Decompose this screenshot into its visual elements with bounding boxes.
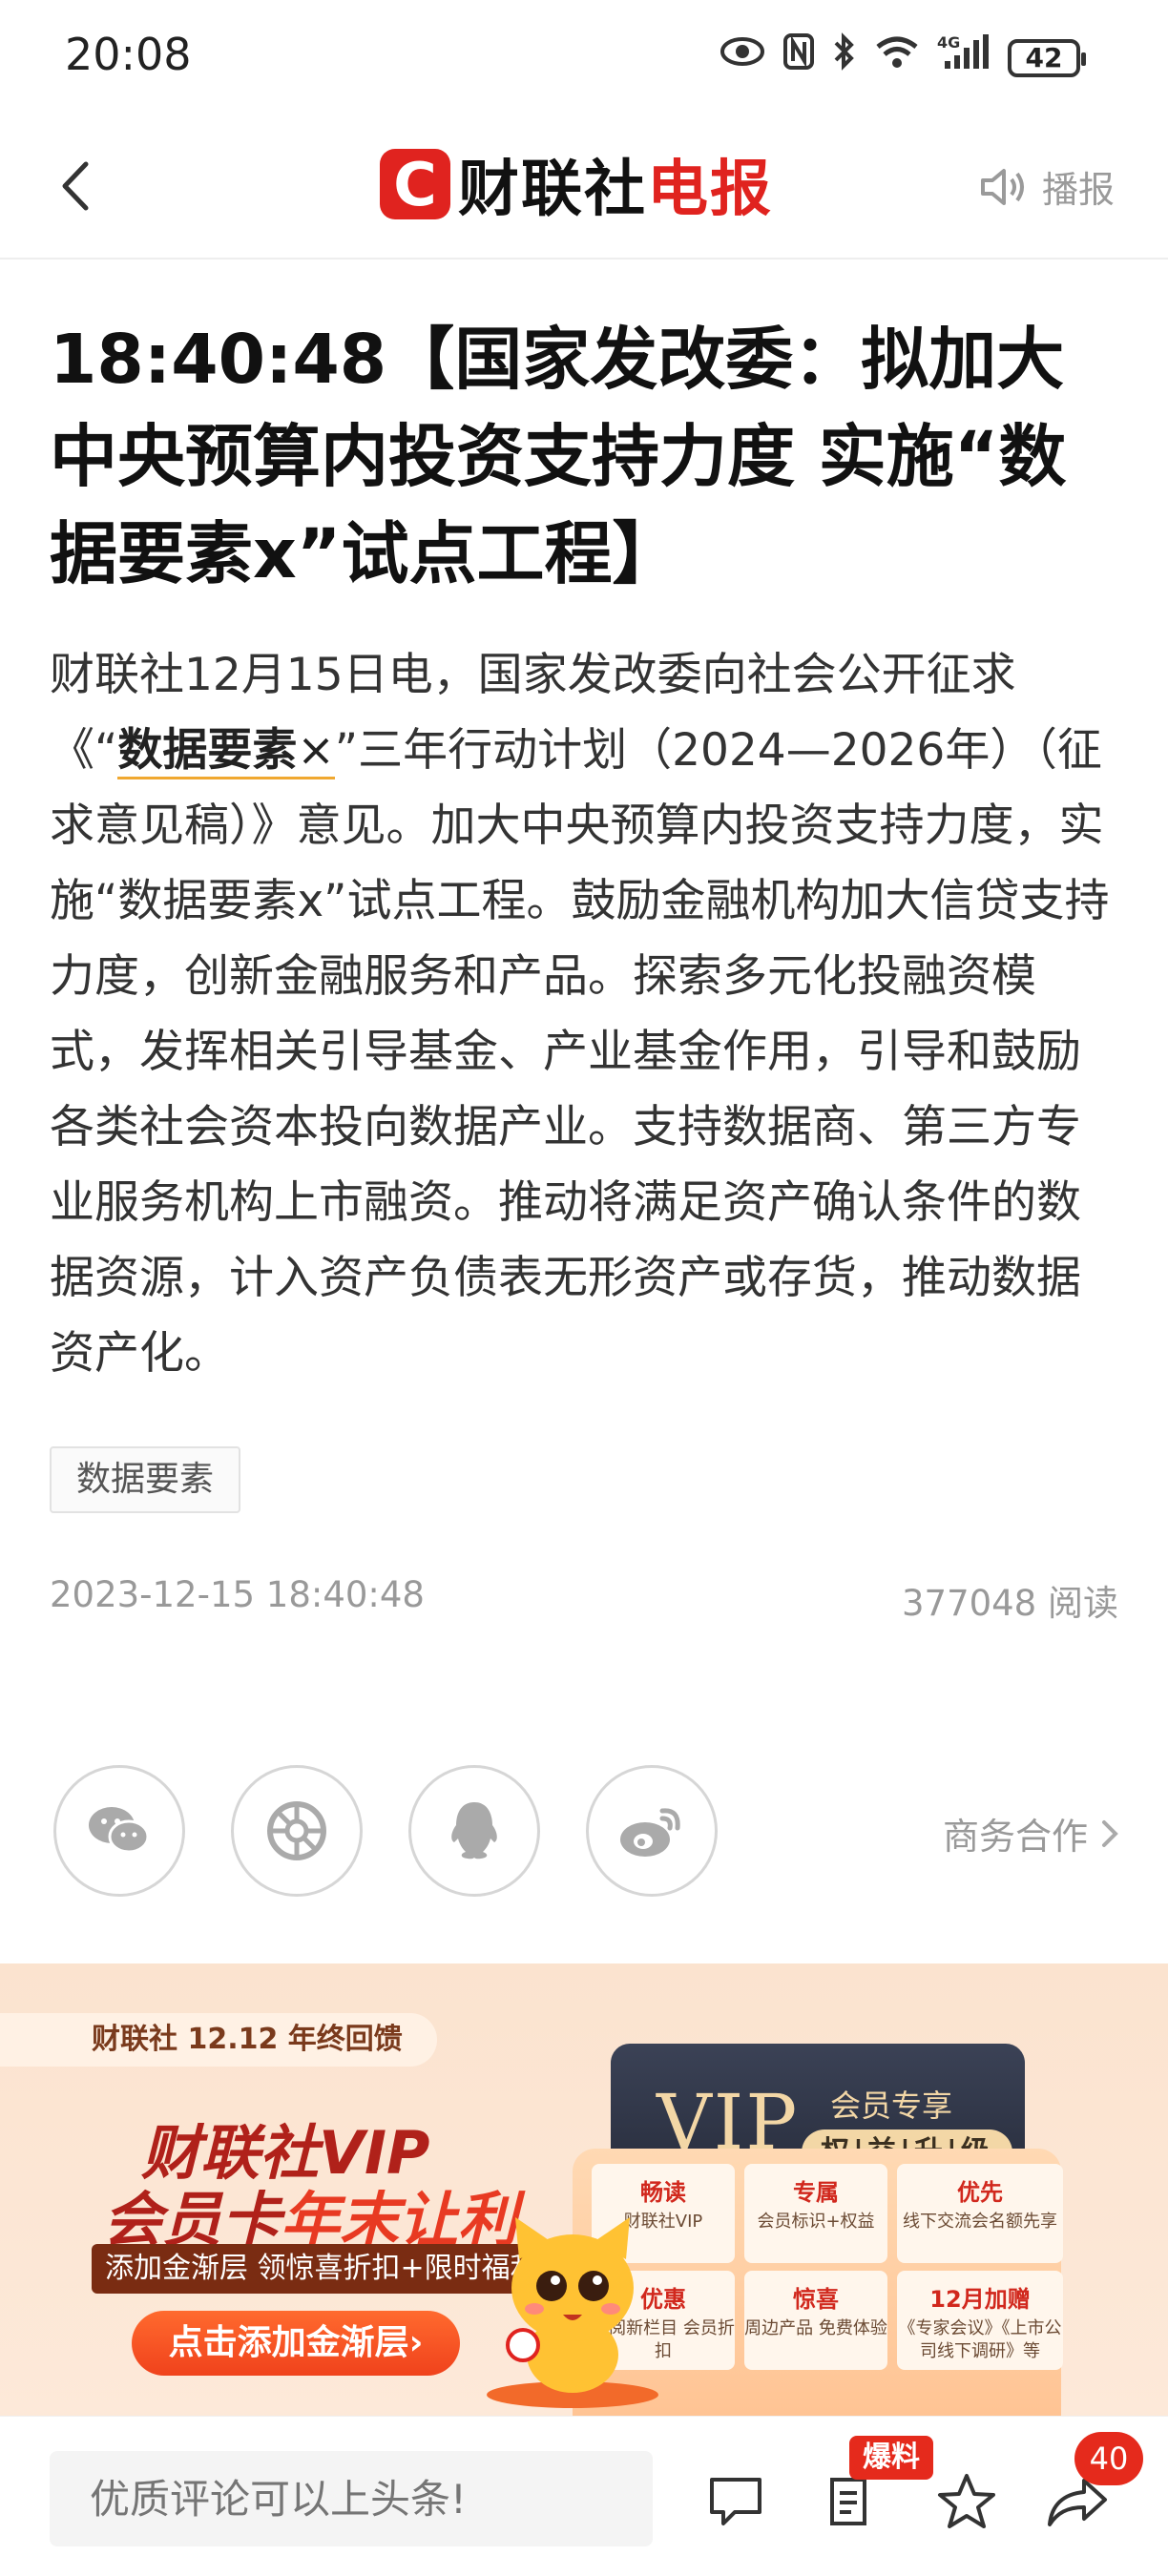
benefit-item: 12月加赠《专家会议》《上市公司线下调研》等 (897, 2271, 1063, 2370)
benefit-desc: 周边产品 免费体验 (744, 2318, 887, 2338)
broadcast-button[interactable]: 播报 (979, 160, 1115, 213)
keyword-text: 数据要素 (117, 724, 298, 777)
share-count-badge: 40 (1074, 2432, 1143, 2485)
share-moments-button[interactable] (231, 1765, 363, 1897)
benefit-title: 惊喜 (793, 2286, 839, 2313)
article-body-rest: ”三年行动计划（2024—2026年）（征求意见稿）》意见。加大中央预算内投资支… (50, 724, 1110, 1380)
app-header: C 财联社电报 播报 (0, 114, 1168, 260)
status-icons: 4G 42 (720, 32, 1086, 83)
logo-mark: C (380, 149, 450, 219)
promo-cta-button[interactable]: 点击添加金渐层› (132, 2311, 460, 2376)
comment-icon (710, 2478, 761, 2525)
business-cooperation-label: 商务合作 (942, 1816, 1088, 1858)
keyword-link[interactable]: 数据要素× (117, 724, 335, 779)
status-time: 20:08 (65, 29, 192, 80)
speaker-icon (980, 168, 1024, 205)
broadcast-label: 播报 (1041, 169, 1115, 211)
share-row (53, 1765, 718, 1897)
document-edit-icon (830, 2478, 866, 2525)
topic-tag[interactable]: 数据要素 (50, 1446, 241, 1513)
comment-button[interactable] (702, 2468, 769, 2535)
favorite-button[interactable] (933, 2468, 1000, 2535)
wechat-icon (89, 1807, 150, 1854)
logo-text-brand: 财联社 (458, 155, 647, 225)
benefit-item: 专属会员标识+权益 (744, 2164, 887, 2263)
vip-promo-banner[interactable]: 财联社 12.12 年终回馈 财联社VIP 会员卡年末让利 添加金渐层 领惊喜折… (0, 1963, 1168, 2416)
nfc-icon (782, 32, 815, 83)
logo-text-channel: 电报 (647, 155, 773, 225)
business-cooperation-link[interactable]: 商务合作 (943, 1807, 1118, 1859)
benefit-desc: 《专家会议》《上市公司线下调研》等 (898, 2318, 1062, 2361)
bottom-bar: 爆料 40 (0, 2416, 1168, 2576)
qq-icon (451, 1802, 497, 1859)
signal-icon: 4G (937, 32, 991, 83)
share-qq-button[interactable] (408, 1765, 540, 1897)
svg-text:4G: 4G (937, 33, 960, 52)
benefit-title: 专属 (793, 2179, 839, 2206)
battery-indicator: 42 (1008, 38, 1086, 77)
article-headline: 18:40:48【国家发改委：拟加大中央预算内投资支持力度 实施“数据要素x”试… (50, 320, 1067, 593)
chevron-right-icon (1102, 1819, 1118, 1847)
wifi-icon (874, 33, 920, 82)
benefit-desc: 会员标识+权益 (757, 2212, 875, 2232)
read-count: 377048 阅读 (901, 1583, 1118, 1624)
back-button[interactable] (42, 153, 109, 219)
promo-pill: 财联社 12.12 年终回馈 (0, 2013, 437, 2067)
star-icon (938, 2474, 995, 2528)
status-bar: 20:08 4G 42 (0, 0, 1168, 114)
keyword-mark: × (297, 724, 335, 777)
moments-icon (267, 1801, 326, 1860)
app-logo: C 财联社电报 (380, 145, 773, 225)
share-weibo-button[interactable] (586, 1765, 718, 1897)
logo-text: 财联社电报 (458, 140, 773, 228)
eye-icon (720, 34, 765, 81)
chevron-left-icon (62, 161, 89, 211)
tip-off-badge: 爆料 (849, 2436, 933, 2480)
publish-datetime: 2023-12-15 18:40:48 (50, 1574, 425, 1615)
benefit-title: 12月加赠 (929, 2286, 1031, 2313)
comment-input[interactable] (50, 2451, 653, 2546)
benefit-item: 优先线下交流会名额先享 (897, 2164, 1063, 2263)
share-wechat-button[interactable] (53, 1765, 185, 1897)
article-body: 财联社12月15日电，国家发改委向社会公开征求《“数据要素×”三年行动计划（20… (50, 637, 1123, 1391)
benefit-item: 惊喜周边产品 免费体验 (744, 2271, 887, 2370)
article-meta: 2023-12-15 18:40:48 377048 阅读 (50, 1574, 1118, 1626)
benefit-desc: 线下交流会名额先享 (903, 2212, 1057, 2232)
weibo-icon (620, 1808, 680, 1857)
mascot-icon (487, 2217, 658, 2408)
bluetooth-icon (832, 32, 857, 83)
benefit-title: 优先 (957, 2179, 1003, 2206)
vip-exclusive: 会员专享 (830, 2088, 953, 2124)
